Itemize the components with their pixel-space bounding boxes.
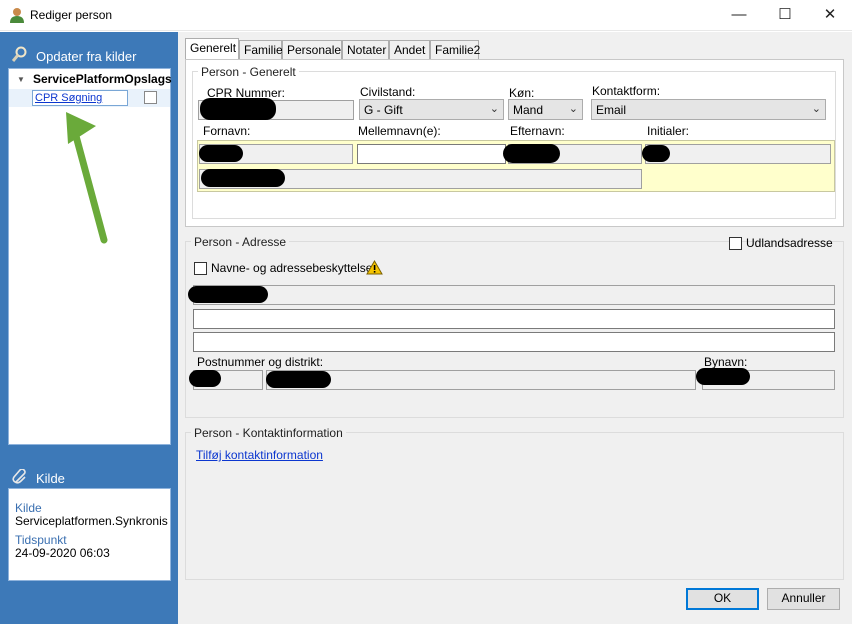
redaction: [189, 370, 221, 387]
close-button[interactable]: ✕: [807, 0, 852, 31]
mellemnavn-input[interactable]: [357, 144, 506, 164]
civilstand-select[interactable]: G - Gift ⌄: [359, 99, 504, 120]
tidspunkt-label: Tidspunkt: [15, 533, 67, 547]
civilstand-value: G - Gift: [364, 103, 403, 117]
tab-familie[interactable]: Familie: [239, 40, 283, 59]
redaction: [200, 98, 276, 120]
redaction: [642, 145, 670, 162]
redaction: [201, 169, 285, 187]
adresse-linje-1[interactable]: [193, 285, 835, 305]
kilde-label: Kilde: [15, 501, 42, 515]
magnifier-icon: [12, 46, 27, 62]
tidspunkt-value: 24-09-2020 06:03: [15, 546, 110, 560]
tab-andet[interactable]: Andet: [389, 40, 430, 59]
mellemnavn-label: Mellemnavn(e):: [358, 124, 441, 138]
tree-root-label[interactable]: ServicePlatformOpslags: [33, 72, 172, 86]
fornavn-label: Fornavn:: [203, 124, 251, 138]
koen-label: Køn:: [509, 86, 535, 100]
adresse-linje-2[interactable]: [193, 309, 835, 329]
group-adresse-title: Person - Adresse: [191, 235, 290, 249]
annotation-arrow-icon: [66, 112, 108, 244]
redaction: [503, 144, 560, 163]
tab-personale[interactable]: Personale: [282, 40, 342, 59]
kilde-header: Kilde: [36, 471, 65, 486]
kontaktform-select[interactable]: Email ⌄: [591, 99, 826, 120]
sources-header: Opdater fra kilder: [36, 49, 137, 64]
tab-notater[interactable]: Notater: [342, 40, 389, 59]
beskyttelse-checkbox[interactable]: [194, 262, 207, 275]
collapse-triangle-icon[interactable]: ▼: [17, 75, 25, 84]
civilstand-label: Civilstand:: [360, 85, 416, 99]
add-contact-link[interactable]: Tilføj kontaktinformation: [196, 448, 323, 462]
bynavn-label: Bynavn:: [704, 355, 748, 369]
initialer-label: Initialer:: [647, 124, 690, 138]
window-title: Rediger person: [30, 8, 113, 22]
cpr-search-checkbox[interactable]: [144, 91, 157, 104]
maximize-button[interactable]: ☐: [762, 0, 808, 31]
group-kontakt-title: Person - Kontaktinformation: [191, 426, 346, 440]
tab-generelt[interactable]: Generelt: [185, 38, 239, 60]
redaction: [266, 371, 331, 388]
redaction: [199, 145, 243, 162]
kontaktform-label: Kontaktform:: [592, 84, 661, 98]
chevron-down-icon: ⌄: [489, 103, 499, 115]
cpr-search-link[interactable]: CPR Søgning: [35, 92, 102, 104]
title-bar: Rediger person — ☐ ✕: [0, 0, 852, 31]
adresse-linje-3[interactable]: [193, 332, 835, 352]
ok-button[interactable]: OK: [686, 588, 759, 610]
beskyttelse-label: Navne- og adressebeskyttelse: [211, 261, 373, 275]
kilde-value: Serviceplatformen.Synkronis...: [15, 514, 168, 528]
chevron-down-icon: ⌄: [811, 103, 821, 115]
minimize-button[interactable]: —: [716, 0, 762, 31]
chevron-down-icon: ⌄: [568, 103, 578, 115]
postnummer-label: Postnummer og distrikt:: [197, 355, 324, 369]
redaction: [188, 286, 268, 303]
tab-familie2[interactable]: Familie2: [430, 40, 480, 59]
warning-icon: [366, 260, 383, 275]
udlandsadresse-checkbox[interactable]: [729, 237, 742, 250]
paperclip-icon: [12, 469, 26, 484]
efternavn-label: Efternavn:: [510, 124, 565, 138]
cancel-button[interactable]: Annuller: [767, 588, 840, 610]
person-icon: [10, 8, 24, 23]
group-generelt-title: Person - Generelt: [198, 65, 299, 79]
initialer-input[interactable]: [645, 144, 831, 164]
koen-value: Mand: [513, 103, 544, 117]
kontaktform-value: Email: [596, 103, 627, 117]
udlandsadresse-label: Udlandsadresse: [746, 236, 833, 250]
koen-select[interactable]: Mand ⌄: [508, 99, 583, 120]
redaction: [696, 368, 750, 385]
